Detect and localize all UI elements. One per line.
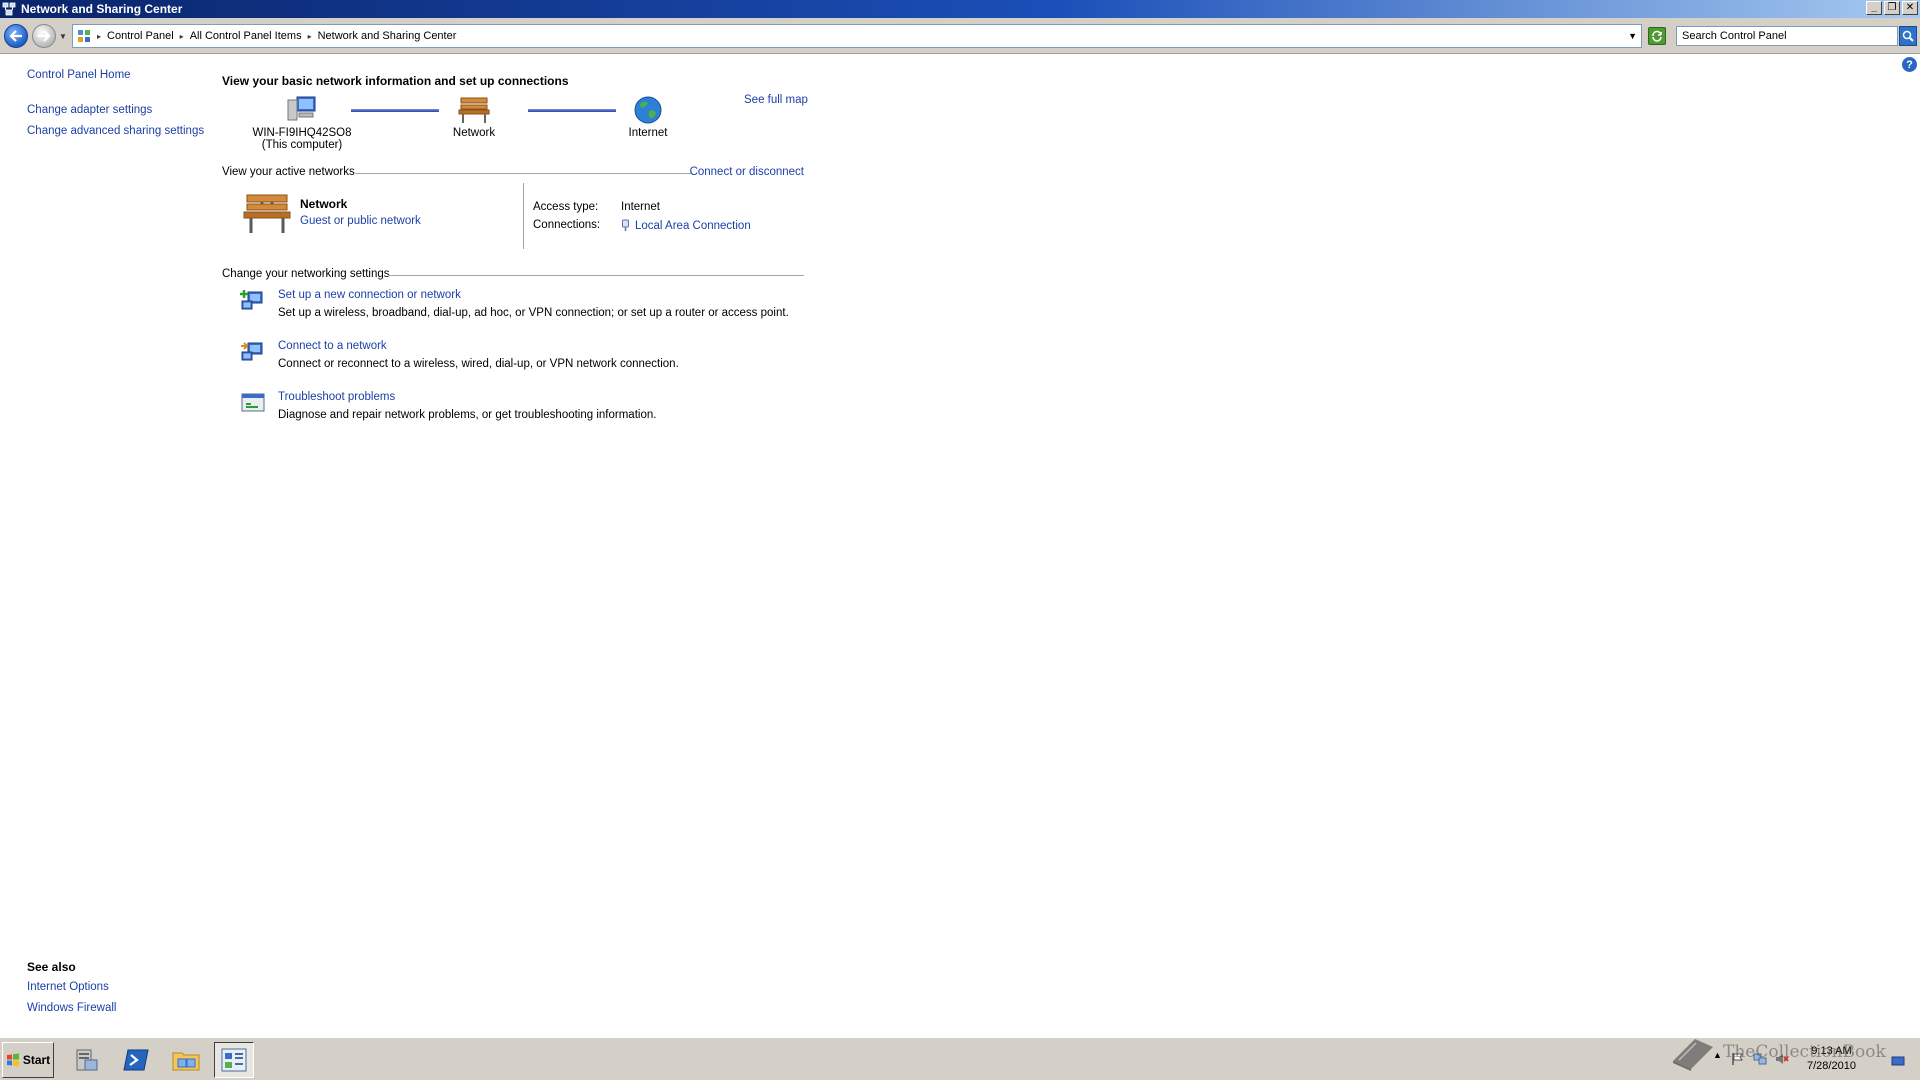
- connection-item[interactable]: Local Area Connection: [621, 219, 751, 232]
- troubleshoot-description: Diagnose and repair network problems, or…: [278, 409, 657, 421]
- breadcrumb-chevron-icon[interactable]: ▸: [94, 32, 104, 41]
- troubleshoot-icon: [241, 393, 265, 412]
- connect-network-link[interactable]: Connect to a network: [278, 340, 387, 352]
- active-network-name: Network: [300, 197, 348, 211]
- forward-arrow-icon: [38, 30, 51, 42]
- see-also-heading: See also: [27, 960, 76, 974]
- restore-button[interactable]: ❐: [1884, 1, 1900, 15]
- back-button[interactable]: [4, 24, 28, 48]
- window-title: Network and Sharing Center: [21, 2, 183, 16]
- windows-logo-icon: [6, 1053, 19, 1067]
- control-panel-home-link[interactable]: Control Panel Home: [27, 69, 131, 81]
- minimize-button[interactable]: _: [1866, 1, 1882, 15]
- page-title: View your basic network information and …: [222, 74, 569, 88]
- control-panel-icon: [73, 29, 94, 43]
- address-dropdown-icon[interactable]: ▼: [1628, 31, 1637, 41]
- connections-label: Connections:: [533, 219, 601, 231]
- windows-firewall-link[interactable]: Windows Firewall: [27, 1002, 116, 1014]
- network-center-icon: [2, 2, 16, 16]
- search-icon: [1902, 30, 1914, 42]
- explorer-icon: [172, 1052, 200, 1071]
- computer-icon: [287, 96, 316, 121]
- control-panel-taskbar-button[interactable]: [214, 1042, 254, 1078]
- recent-pages-dropdown[interactable]: ▼: [59, 32, 67, 41]
- breadcrumb-chevron-icon[interactable]: ▸: [177, 32, 187, 41]
- active-networks-title: View your active networks: [222, 166, 355, 178]
- close-button[interactable]: ✕: [1902, 1, 1918, 15]
- server-manager-icon: [76, 1049, 98, 1071]
- show-desktop-icon[interactable]: [1891, 1054, 1905, 1068]
- connect-network-icon: [241, 342, 263, 361]
- network-type-link[interactable]: Guest or public network: [300, 215, 421, 227]
- breadcrumb-control-panel[interactable]: Control Panel: [104, 30, 177, 42]
- internet-options-link[interactable]: Internet Options: [27, 981, 109, 993]
- globe-icon: [634, 96, 662, 124]
- breadcrumb-all-items[interactable]: All Control Panel Items: [187, 30, 305, 42]
- content-area: ? Control Panel Home Change adapter sett…: [0, 55, 1920, 1037]
- map-node-internet[interactable]: Internet: [618, 95, 678, 139]
- change-advanced-sharing-link[interactable]: Change advanced sharing settings: [27, 125, 204, 137]
- watermark-text: TheCollectionBook: [1723, 1042, 1886, 1062]
- internet-node-label: Internet: [628, 127, 668, 139]
- powershell-icon: [123, 1049, 149, 1071]
- powershell-taskbar-button[interactable]: [116, 1042, 156, 1078]
- section-divider: [355, 173, 691, 174]
- book-logo-icon: [1673, 1039, 1713, 1071]
- access-type-label: Access type:: [533, 201, 599, 213]
- map-link-line: [528, 109, 616, 112]
- setup-connection-link[interactable]: Set up a new connection or network: [278, 289, 461, 301]
- setup-connection-description: Set up a wireless, broadband, dial-up, a…: [278, 307, 789, 319]
- local-area-connection-link[interactable]: Local Area Connection: [635, 220, 751, 232]
- breadcrumb-network-center[interactable]: Network and Sharing Center: [315, 30, 460, 42]
- computer-sublabel: (This computer): [261, 139, 343, 151]
- connect-network-description: Connect or reconnect to a wireless, wire…: [278, 358, 679, 370]
- map-link-line: [351, 109, 439, 112]
- map-node-computer[interactable]: WIN-FI9IHQ42SO8 (This computer): [252, 95, 352, 151]
- taskbar: Start ▲ 9:13 AM 7/28/2010: [0, 1037, 1920, 1080]
- bench-icon: [458, 97, 490, 123]
- explorer-taskbar-button[interactable]: [166, 1042, 206, 1078]
- connect-or-disconnect-link[interactable]: Connect or disconnect: [690, 166, 804, 178]
- address-field[interactable]: ▸ Control Panel ▸ All Control Panel Item…: [72, 24, 1642, 48]
- search-input[interactable]: Search Control Panel: [1676, 26, 1898, 46]
- refresh-icon: [1652, 30, 1662, 42]
- new-connection-icon: [240, 290, 263, 310]
- breadcrumb-chevron-icon[interactable]: ▸: [305, 32, 315, 41]
- troubleshoot-link[interactable]: Troubleshoot problems: [278, 391, 395, 403]
- active-network-card: Network Guest or public network Access t…: [222, 183, 804, 251]
- control-panel-icon: [221, 1048, 247, 1072]
- title-bar[interactable]: Network and Sharing Center _ ❐ ✕: [0, 0, 1920, 18]
- map-node-network[interactable]: Network: [444, 95, 504, 139]
- server-manager-taskbar-button[interactable]: [66, 1042, 106, 1078]
- network-node-label: Network: [452, 127, 496, 139]
- vertical-divider: [523, 183, 524, 249]
- refresh-button[interactable]: [1648, 27, 1666, 45]
- section-divider: [388, 275, 804, 276]
- forward-button[interactable]: [32, 24, 56, 48]
- bench-icon: [243, 194, 291, 233]
- start-button[interactable]: Start: [2, 1042, 54, 1078]
- ethernet-plug-icon: [622, 219, 629, 231]
- see-full-map-link[interactable]: See full map: [744, 94, 808, 106]
- search-button[interactable]: [1899, 26, 1917, 46]
- change-adapter-settings-link[interactable]: Change adapter settings: [27, 104, 152, 116]
- back-arrow-icon: [9, 30, 22, 42]
- computer-name: WIN-FI9IHQ42SO8: [252, 127, 352, 139]
- help-icon[interactable]: ?: [1902, 57, 1917, 72]
- start-label: Start: [22, 1053, 51, 1067]
- address-bar: ▼ ▸ Control Panel ▸ All Control Panel It…: [0, 18, 1920, 54]
- networking-settings-title: Change your networking settings: [222, 268, 390, 280]
- watermark: TheCollectionBook: [1669, 1033, 1886, 1071]
- access-type-value: Internet: [621, 201, 660, 213]
